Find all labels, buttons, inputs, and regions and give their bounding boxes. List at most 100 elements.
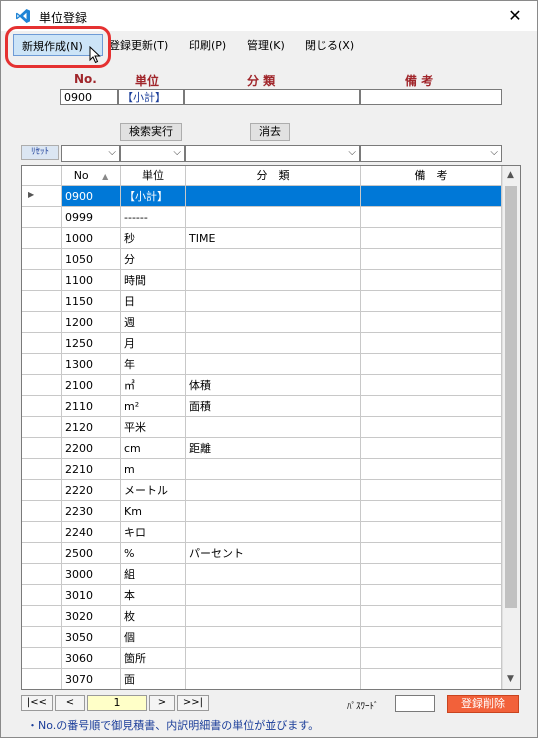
cell-category[interactable] — [186, 333, 361, 354]
cell-remarks[interactable] — [361, 228, 502, 249]
cell-category[interactable]: パーセント — [186, 543, 361, 564]
cell-remarks[interactable] — [361, 249, 502, 270]
cell-no[interactable]: 3000 — [62, 564, 121, 585]
cell-remarks[interactable] — [361, 480, 502, 501]
table-row[interactable]: 3070 面 — [22, 669, 502, 689]
cell-category[interactable] — [186, 522, 361, 543]
table-row[interactable]: 1250 月 — [22, 333, 502, 354]
cell-unit[interactable]: 個 — [121, 627, 186, 648]
column-header-unit[interactable]: 単位 — [121, 166, 186, 186]
row-header[interactable] — [22, 627, 62, 648]
cell-category[interactable] — [186, 312, 361, 333]
cell-category[interactable]: 距離 — [186, 438, 361, 459]
no-filter-combo[interactable]: ⌵ — [61, 145, 120, 162]
row-header[interactable]: ▶ — [22, 186, 62, 207]
cell-unit[interactable]: % — [121, 543, 186, 564]
cell-remarks[interactable] — [361, 543, 502, 564]
delete-button[interactable]: 登録削除 — [447, 695, 519, 713]
scroll-up-icon[interactable]: ▲ — [507, 170, 514, 180]
cell-unit[interactable]: 枚 — [121, 606, 186, 627]
table-row[interactable]: 2200 cm 距離 — [22, 438, 502, 459]
row-header[interactable] — [22, 585, 62, 606]
table-row[interactable]: 2100 ㎥体積 — [22, 375, 502, 396]
table-row[interactable]: 3000 組 — [22, 564, 502, 585]
row-header[interactable] — [22, 354, 62, 375]
cell-unit[interactable]: cm — [121, 438, 186, 459]
row-header[interactable] — [22, 228, 62, 249]
cell-remarks[interactable] — [361, 270, 502, 291]
row-header[interactable] — [22, 333, 62, 354]
cell-remarks[interactable] — [361, 396, 502, 417]
row-header[interactable] — [22, 207, 62, 228]
cell-category[interactable] — [186, 207, 361, 228]
table-row[interactable]: 2500% パーセント — [22, 543, 502, 564]
category-filter-combo[interactable]: ⌵ — [185, 145, 360, 162]
cell-no[interactable]: 2500 — [62, 543, 121, 564]
column-header-remarks[interactable]: 備 考 — [361, 166, 502, 186]
cell-no[interactable]: 1050 — [62, 249, 121, 270]
cell-category[interactable] — [186, 354, 361, 375]
menu-print[interactable]: 印刷(P) — [189, 37, 226, 53]
table-row[interactable]: 2210 m — [22, 459, 502, 480]
cell-category[interactable] — [186, 249, 361, 270]
cell-category[interactable] — [186, 270, 361, 291]
table-row[interactable]: 2110 m² 面積 — [22, 396, 502, 417]
no-field[interactable]: 0900 — [60, 89, 118, 105]
cell-category[interactable]: 面積 — [186, 396, 361, 417]
reset-button[interactable]: ﾘｾｯﾄ — [21, 145, 59, 160]
table-row[interactable]: 3010 本 — [22, 585, 502, 606]
cell-category[interactable] — [186, 669, 361, 689]
cell-no[interactable]: 2220 — [62, 480, 121, 501]
row-header[interactable] — [22, 375, 62, 396]
cell-category[interactable] — [186, 606, 361, 627]
cell-remarks[interactable] — [361, 648, 502, 669]
page-number[interactable]: 1 — [87, 695, 147, 711]
row-header[interactable] — [22, 501, 62, 522]
category-field[interactable] — [184, 89, 360, 105]
row-header[interactable] — [22, 459, 62, 480]
cell-remarks[interactable] — [361, 522, 502, 543]
cell-remarks[interactable] — [361, 606, 502, 627]
prev-page-button[interactable]: < — [55, 695, 85, 711]
cell-remarks[interactable] — [361, 186, 502, 207]
menu-update[interactable]: 登録更新(T) — [109, 37, 168, 53]
cell-remarks[interactable] — [361, 417, 502, 438]
cell-remarks[interactable] — [361, 291, 502, 312]
cell-no[interactable]: 2200 — [62, 438, 121, 459]
unit-field[interactable]: 【小計】 — [118, 89, 184, 105]
table-row[interactable]: 2230 Km — [22, 501, 502, 522]
cell-category[interactable] — [186, 417, 361, 438]
cell-remarks[interactable] — [361, 564, 502, 585]
password-input[interactable] — [395, 695, 435, 712]
table-row[interactable]: 1200 週 — [22, 312, 502, 333]
cell-remarks[interactable] — [361, 585, 502, 606]
cell-no[interactable]: 2240 — [62, 522, 121, 543]
table-row[interactable]: 1300 年 — [22, 354, 502, 375]
table-row[interactable]: 2120 平米 — [22, 417, 502, 438]
cell-category[interactable] — [186, 648, 361, 669]
table-row[interactable]: 0999 ------ — [22, 207, 502, 228]
cell-category[interactable] — [186, 480, 361, 501]
scroll-down-icon[interactable]: ▼ — [507, 674, 514, 684]
cell-category[interactable] — [186, 627, 361, 648]
cell-category[interactable] — [186, 585, 361, 606]
cell-no[interactable]: 3020 — [62, 606, 121, 627]
cell-unit[interactable]: 面 — [121, 669, 186, 689]
cell-category[interactable] — [186, 501, 361, 522]
cell-no[interactable]: 2210 — [62, 459, 121, 480]
cell-category[interactable]: 体積 — [186, 375, 361, 396]
close-icon[interactable]: ✕ — [501, 5, 529, 27]
cell-category[interactable]: TIME — [186, 228, 361, 249]
cell-no[interactable]: 3050 — [62, 627, 121, 648]
cell-unit[interactable]: 週 — [121, 312, 186, 333]
cell-unit[interactable]: 時間 — [121, 270, 186, 291]
cell-category[interactable] — [186, 564, 361, 585]
clear-button[interactable]: 消去 — [250, 123, 290, 141]
table-row[interactable]: 1000 秒 TIME — [22, 228, 502, 249]
unit-filter-combo[interactable]: ⌵ — [120, 145, 185, 162]
cell-unit[interactable]: 秒 — [121, 228, 186, 249]
first-page-button[interactable]: |<< — [21, 695, 53, 711]
next-page-button[interactable]: > — [149, 695, 175, 711]
cell-remarks[interactable] — [361, 354, 502, 375]
cell-unit[interactable]: 年 — [121, 354, 186, 375]
